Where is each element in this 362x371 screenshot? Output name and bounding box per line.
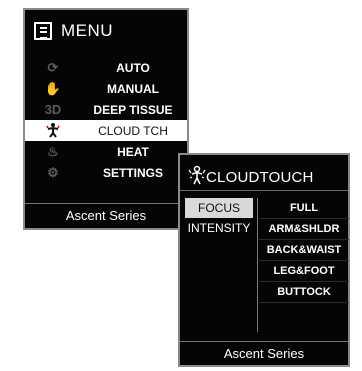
menu-item-manual[interactable]: ✋ MANUAL	[25, 78, 187, 99]
cloudtouch-title: CLOUDTOUCH	[206, 169, 314, 186]
menu-item-label: SETTINGS	[102, 165, 163, 180]
series-footer: Ascent Series	[180, 341, 348, 365]
column-divider	[257, 198, 258, 332]
menu-title: MENU	[61, 21, 114, 40]
menu-item-label: AUTO	[116, 60, 150, 75]
menu-item-settings[interactable]: ⚙ SETTINGS	[25, 162, 187, 183]
tab-focus[interactable]: FOCUS	[185, 198, 253, 218]
option-back-waist[interactable]: BACK&WAIST	[259, 240, 349, 261]
option-leg-foot[interactable]: LEG&FOOT	[259, 261, 349, 282]
tab-intensity[interactable]: INTENSITY	[185, 218, 253, 238]
tab-list: FOCUS INTENSITY	[185, 198, 255, 238]
menu-item-label: MANUAL	[107, 81, 159, 96]
flame-icon: ♨	[47, 144, 59, 159]
refresh-icon: ⟳	[47, 60, 59, 75]
3d-icon: 3D	[44, 102, 62, 117]
menu-item-cloud-tch[interactable]: CLOUD TCH	[25, 120, 187, 141]
hand-icon: ✋	[44, 81, 62, 96]
menu-item-heat[interactable]: ♨ HEAT	[25, 141, 187, 162]
cloudtouch-screen: CLOUDTOUCH FOCUS INTENSITY FULL ARM&SHLD…	[178, 153, 350, 367]
option-buttock[interactable]: BUTTOCK	[259, 282, 349, 303]
menu-item-label: DEEP TISSUE	[93, 102, 173, 117]
menu-icon	[34, 22, 52, 40]
cloudtouch-header: CLOUDTOUCH	[180, 155, 348, 191]
menu-item-deep-tissue[interactable]: 3D DEEP TISSUE	[25, 99, 187, 120]
menu-header: MENU	[25, 10, 187, 52]
menu-item-label: CLOUD TCH	[98, 123, 168, 138]
option-arm-shldr[interactable]: ARM&SHLDR	[259, 219, 349, 240]
menu-list: ⟳ AUTO ✋ MANUAL 3D DEEP TISSUE CLOUD TCH…	[25, 57, 187, 183]
menu-item-label: HEAT	[117, 144, 149, 159]
series-footer: Ascent Series	[25, 203, 187, 228]
menu-item-auto[interactable]: ⟳ AUTO	[25, 57, 187, 78]
gear-icon: ⚙	[47, 165, 59, 180]
option-list: FULL ARM&SHLDR BACK&WAIST LEG&FOOT BUTTO…	[259, 198, 349, 303]
person-icon	[43, 122, 63, 139]
person-icon	[188, 165, 206, 185]
main-menu-screen: MENU ⟳ AUTO ✋ MANUAL 3D DEEP TISSUE CLOU…	[23, 8, 189, 230]
option-full[interactable]: FULL	[259, 198, 349, 219]
